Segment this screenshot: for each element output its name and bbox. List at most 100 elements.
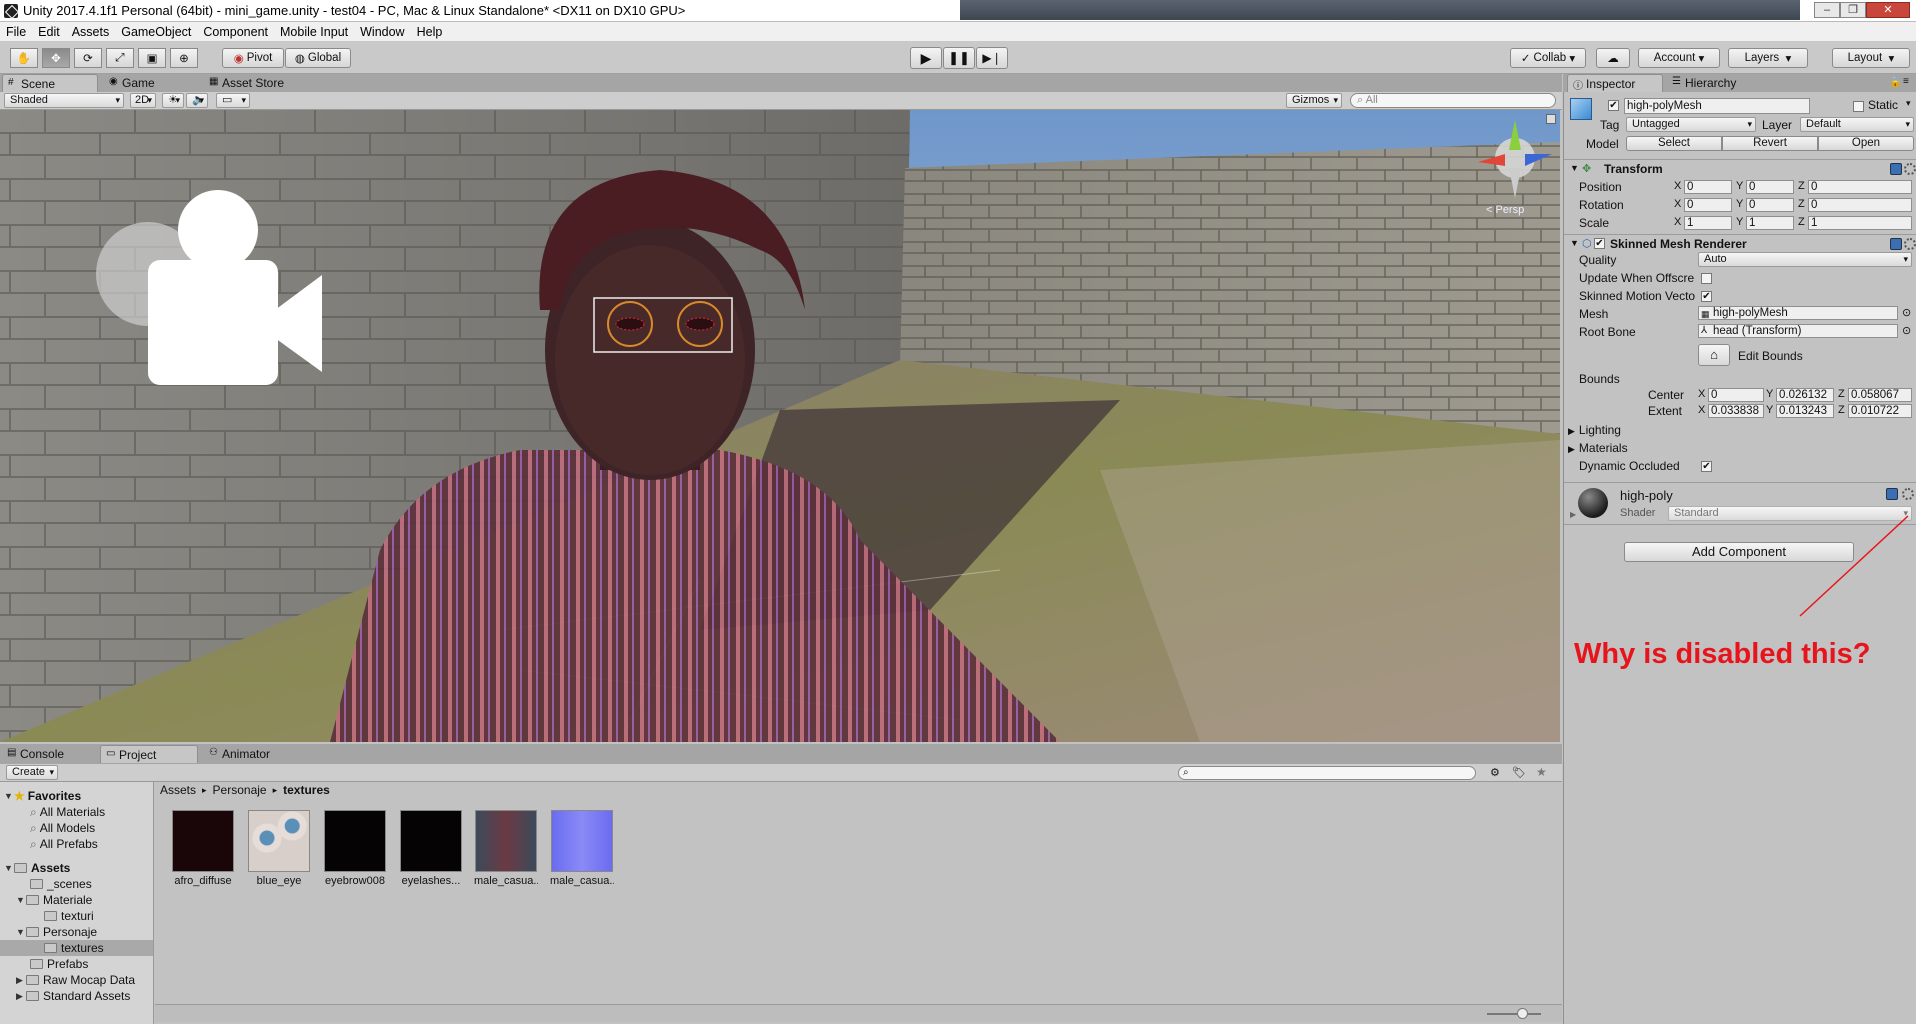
tab-game[interactable]: ◉ Game <box>104 74 165 92</box>
folder-materiale[interactable]: ▼ Materiale <box>16 892 92 908</box>
asset-item[interactable]: eyebrow008 <box>323 810 387 887</box>
tab-console[interactable]: ▤ Console <box>2 745 74 763</box>
help-book-icon[interactable] <box>1890 238 1902 250</box>
global-toggle[interactable]: ◍ Global <box>285 48 351 68</box>
tab-hierarchy[interactable]: ☰ Hierarchy <box>1667 74 1746 92</box>
collapse-arrow-icon[interactable]: ▼ <box>1570 238 1579 248</box>
menu-assets[interactable]: Assets <box>72 25 110 39</box>
position-x-field[interactable]: 0 <box>1684 180 1732 194</box>
menu-mobile-input[interactable]: Mobile Input <box>280 25 348 39</box>
scale-x-field[interactable]: 1 <box>1684 216 1732 230</box>
tab-project[interactable]: ▭ Project <box>100 745 198 763</box>
lock-icon[interactable]: 🔒 <box>1889 77 1901 88</box>
folder-texturi[interactable]: texturi <box>44 908 94 924</box>
menu-window[interactable]: Window <box>360 25 404 39</box>
model-select-button[interactable]: Select <box>1626 136 1722 151</box>
layers-dropdown[interactable]: Layers ▾ <box>1728 48 1808 68</box>
menu-file[interactable]: File <box>6 25 26 39</box>
menu-component[interactable]: Component <box>203 25 268 39</box>
expand-arrow-icon[interactable]: ▼ <box>16 927 26 937</box>
slider-thumb[interactable] <box>1517 1008 1528 1019</box>
maximize-button[interactable]: ❐ <box>1840 2 1866 18</box>
tab-animator[interactable]: ⚇ Animator <box>204 745 280 763</box>
lighting-toggle-icon[interactable]: ☀ <box>162 93 184 108</box>
gear-icon[interactable] <box>1902 488 1914 500</box>
scale-y-field[interactable]: 1 <box>1746 216 1794 230</box>
breadcrumb-assets[interactable]: Assets <box>160 783 196 797</box>
center-z-field[interactable]: 0.058067 <box>1848 388 1912 402</box>
pivot-toggle[interactable]: ◉ Pivot <box>222 48 284 68</box>
project-search-input[interactable]: ⌕ <box>1178 766 1476 780</box>
root-bone-field[interactable]: ⅄ head (Transform) <box>1698 324 1898 338</box>
asset-item[interactable]: blue_eye <box>247 810 311 887</box>
rect-tool-icon[interactable]: ▣ <box>138 48 166 68</box>
filter-by-type-icon[interactable]: ⚙ <box>1490 766 1500 779</box>
favorites-header[interactable]: ▼ ★ Favorites <box>4 788 81 804</box>
model-open-button[interactable]: Open <box>1818 136 1914 151</box>
breadcrumb-textures[interactable]: textures <box>283 783 330 797</box>
center-y-field[interactable]: 0.026132 <box>1776 388 1834 402</box>
gizmos-dropdown[interactable]: Gizmos <box>1286 93 1342 108</box>
move-tool-icon[interactable]: ✥ <box>42 48 70 68</box>
expand-arrow-icon[interactable]: ▶ <box>1570 510 1576 519</box>
shading-mode-dropdown[interactable]: Shaded <box>4 93 124 108</box>
gear-icon[interactable] <box>1904 163 1916 175</box>
skinned-mesh-renderer-header[interactable]: ▼ ⬡ ✔ Skinned Mesh Renderer <box>1564 234 1916 252</box>
help-book-icon[interactable] <box>1886 488 1898 500</box>
tab-scene[interactable]: # Scene <box>2 74 98 92</box>
hand-tool-icon[interactable]: ✋ <box>10 48 38 68</box>
materials-foldout[interactable]: ▶ Materials <box>1568 441 1628 455</box>
layer-dropdown[interactable]: Default <box>1800 117 1914 132</box>
collapse-arrow-icon[interactable]: ▼ <box>1570 163 1579 173</box>
scale-tool-icon[interactable]: ⤢ <box>106 48 134 68</box>
extent-z-field[interactable]: 0.010722 <box>1848 404 1912 418</box>
folder-personaje[interactable]: ▼ Personaje <box>16 924 97 940</box>
folder-standard-assets[interactable]: ▶ Standard Assets <box>16 988 130 1004</box>
expand-arrow-icon[interactable]: ▶ <box>16 975 26 986</box>
rotate-tool-icon[interactable]: ⟳ <box>74 48 102 68</box>
expand-arrow-icon[interactable]: ▼ <box>4 791 14 801</box>
menu-gameobject[interactable]: GameObject <box>121 25 191 39</box>
favorite-all-prefabs[interactable]: ⌕ All Prefabs <box>30 836 98 852</box>
menu-edit[interactable]: Edit <box>38 25 60 39</box>
static-dropdown-icon[interactable]: ▾ <box>1906 98 1911 109</box>
edit-bounds-button[interactable]: ⌂ <box>1698 344 1730 366</box>
folder-scenes[interactable]: _scenes <box>30 876 92 892</box>
audio-toggle-icon[interactable]: 🔈 <box>186 93 208 108</box>
gear-icon[interactable] <box>1904 238 1916 250</box>
create-dropdown[interactable]: Create <box>6 765 58 780</box>
expand-arrow-icon[interactable]: ▼ <box>4 863 14 873</box>
minimize-button[interactable]: – <box>1814 2 1840 18</box>
thumbnail-size-slider[interactable] <box>1487 1013 1541 1015</box>
menu-icon[interactable]: ≡ <box>1903 76 1909 87</box>
breadcrumb-personaje[interactable]: Personaje <box>213 783 267 797</box>
object-name-input[interactable]: high-polyMesh <box>1624 98 1810 114</box>
quality-dropdown[interactable]: Auto <box>1698 252 1912 267</box>
extent-x-field[interactable]: 0.033838 <box>1708 404 1764 418</box>
extent-y-field[interactable]: 0.013243 <box>1776 404 1834 418</box>
object-picker-icon[interactable]: ⊙ <box>1902 306 1911 319</box>
play-button[interactable]: ▶ <box>910 47 942 69</box>
rotation-z-field[interactable]: 0 <box>1808 198 1912 212</box>
asset-item[interactable]: male_casua... <box>474 810 538 887</box>
cloud-button[interactable]: ☁ <box>1596 48 1630 68</box>
tab-asset-store[interactable]: ▦ Asset Store <box>204 74 294 92</box>
asset-item[interactable]: eyelashes... <box>399 810 463 887</box>
tab-inspector[interactable]: ⓘ Inspector <box>1567 74 1663 92</box>
menu-help[interactable]: Help <box>417 25 443 39</box>
folder-prefabs[interactable]: Prefabs <box>30 956 88 972</box>
close-button[interactable]: ✕ <box>1866 2 1910 18</box>
scene-search-input[interactable]: ⌕ All <box>1350 93 1556 108</box>
transform-tool-icon[interactable]: ⊕ <box>170 48 198 68</box>
static-checkbox[interactable] <box>1853 101 1864 112</box>
step-button[interactable]: ▶❘ <box>976 47 1008 69</box>
tag-dropdown[interactable]: Untagged <box>1626 117 1756 132</box>
dynamic-occluded-checkbox[interactable]: ✔ <box>1701 461 1712 472</box>
mesh-field[interactable]: ▦ high-polyMesh <box>1698 306 1898 320</box>
filter-by-label-icon[interactable]: 🏷 <box>1512 766 1526 779</box>
account-dropdown[interactable]: Account ▾ <box>1638 48 1720 68</box>
position-y-field[interactable]: 0 <box>1746 180 1794 194</box>
scale-z-field[interactable]: 1 <box>1808 216 1912 230</box>
folder-raw-mocap-data[interactable]: ▶ Raw Mocap Data <box>16 972 135 988</box>
skinned-motion-vectors-checkbox[interactable]: ✔ <box>1701 291 1712 302</box>
